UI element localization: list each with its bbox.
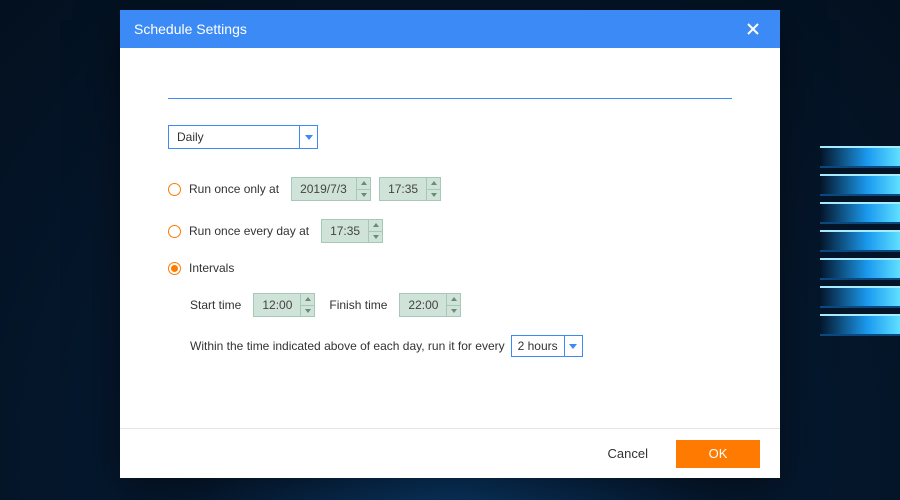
intervals-label: Intervals	[189, 261, 234, 275]
finish-time-value: 22:00	[400, 294, 446, 316]
chevron-up-icon[interactable]	[357, 178, 370, 190]
period-select[interactable]: 2 hours	[511, 335, 583, 357]
option-run-daily: Run once every day at 17:35	[168, 219, 732, 243]
date-spinner[interactable]	[356, 178, 370, 200]
run-once-label: Run once only at	[189, 182, 279, 196]
radio-intervals[interactable]	[168, 262, 181, 275]
close-button[interactable]	[740, 16, 766, 42]
run-daily-label: Run once every day at	[189, 224, 309, 238]
chevron-down-icon[interactable]	[427, 190, 440, 201]
close-icon	[747, 23, 759, 35]
chevron-up-icon[interactable]	[447, 294, 460, 306]
run-once-date-input[interactable]: 2019/7/3	[291, 177, 371, 201]
chevron-down-icon[interactable]	[369, 232, 382, 243]
time-spinner[interactable]	[368, 220, 382, 242]
run-once-time-value: 17:35	[380, 178, 426, 200]
time-spinner[interactable]	[300, 294, 314, 316]
option-intervals: Intervals	[168, 261, 732, 275]
finish-time-input[interactable]: 22:00	[399, 293, 461, 317]
time-spinner[interactable]	[426, 178, 440, 200]
chevron-down-icon[interactable]	[447, 306, 460, 317]
tab-bar: General Advanced	[168, 76, 732, 99]
chevron-down-icon[interactable]	[564, 336, 582, 356]
radio-run-daily[interactable]	[168, 225, 181, 238]
chevron-down-icon[interactable]	[301, 306, 314, 317]
start-time-value: 12:00	[254, 294, 300, 316]
start-time-label: Start time	[190, 298, 241, 312]
titlebar: Schedule Settings	[120, 10, 780, 48]
dialog-title: Schedule Settings	[134, 21, 247, 37]
chevron-up-icon[interactable]	[369, 220, 382, 232]
tab-label: Advanced	[295, 80, 348, 94]
intervals-time-row: Start time 12:00 Finish time 22:00	[190, 293, 732, 317]
chevron-up-icon[interactable]	[301, 294, 314, 306]
tab-general[interactable]: General	[168, 76, 267, 98]
tab-label: General	[196, 80, 239, 94]
run-once-time-input[interactable]: 17:35	[379, 177, 441, 201]
intervals-sentence: Within the time indicated above of each …	[190, 339, 505, 353]
run-daily-time-input[interactable]: 17:35	[321, 219, 383, 243]
chevron-down-icon[interactable]	[357, 190, 370, 201]
tab-advanced[interactable]: Advanced	[267, 76, 376, 98]
start-time-input[interactable]: 12:00	[253, 293, 315, 317]
chevron-down-icon[interactable]	[299, 126, 317, 148]
ok-button[interactable]: OK	[676, 440, 760, 468]
desktop-decor	[820, 140, 900, 342]
run-once-date-value: 2019/7/3	[292, 178, 356, 200]
frequency-select[interactable]: Daily	[168, 125, 318, 149]
radio-run-once[interactable]	[168, 183, 181, 196]
run-daily-time-value: 17:35	[322, 220, 368, 242]
dialog-content: General Advanced Daily Run once only at …	[120, 48, 780, 428]
intervals-period-row: Within the time indicated above of each …	[190, 335, 732, 357]
frequency-value: Daily	[169, 130, 299, 144]
schedule-settings-dialog: Schedule Settings General Advanced Daily…	[120, 10, 780, 478]
cancel-button[interactable]: Cancel	[598, 440, 658, 467]
period-value: 2 hours	[512, 339, 564, 353]
finish-time-label: Finish time	[329, 298, 387, 312]
dialog-footer: Cancel OK	[120, 428, 780, 478]
chevron-up-icon[interactable]	[427, 178, 440, 190]
option-run-once: Run once only at 2019/7/3 17:35	[168, 177, 732, 201]
time-spinner[interactable]	[446, 294, 460, 316]
